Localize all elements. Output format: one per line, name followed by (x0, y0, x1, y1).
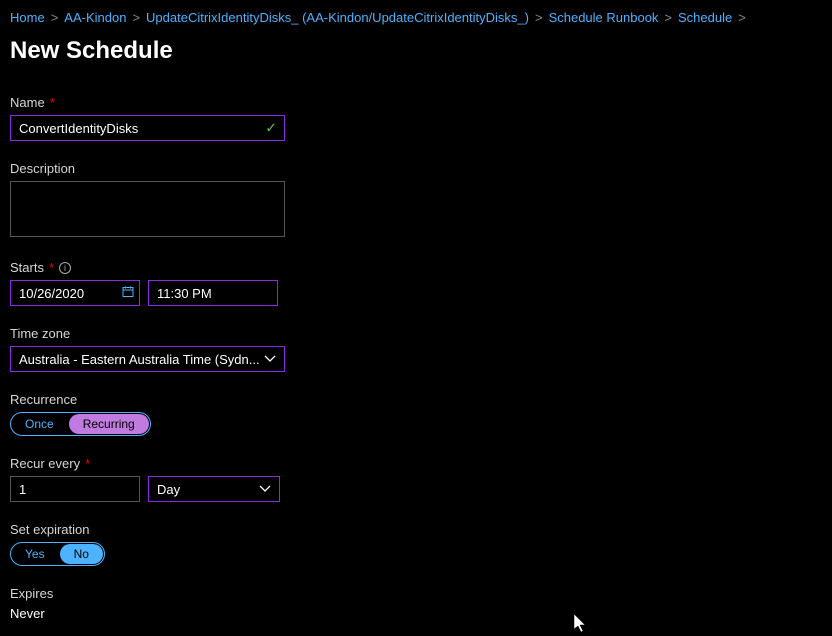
timezone-select[interactable]: Australia - Eastern Australia Time (Sydn… (10, 346, 285, 372)
breadcrumb-item[interactable]: UpdateCitrixIdentityDisks_ (AA-Kindon/Up… (146, 10, 529, 25)
required-indicator: * (50, 95, 55, 110)
breadcrumb-home[interactable]: Home (10, 10, 45, 25)
expiration-label: Set expiration (10, 522, 90, 537)
expires-group: Expires Never (10, 586, 822, 621)
starts-date-input[interactable] (10, 280, 140, 306)
timezone-value: Australia - Eastern Australia Time (Sydn… (19, 352, 260, 367)
timezone-label: Time zone (10, 326, 70, 341)
chevron-right-icon: > (664, 10, 672, 25)
required-indicator: * (49, 260, 54, 275)
breadcrumb-item[interactable]: Schedule Runbook (549, 10, 659, 25)
recurrence-group: Recurrence Once Recurring (10, 392, 822, 436)
chevron-right-icon: > (51, 10, 59, 25)
recurrence-option-once[interactable]: Once (11, 413, 68, 435)
description-group: Description (10, 161, 822, 240)
name-input[interactable] (10, 115, 285, 141)
name-label: Name (10, 95, 45, 110)
recur-every-input[interactable] (10, 476, 140, 502)
chevron-right-icon: > (132, 10, 140, 25)
recur-every-group: Recur every * Day (10, 456, 822, 502)
expiration-toggle: Yes No (10, 542, 105, 566)
chevron-right-icon: > (535, 10, 543, 25)
breadcrumb-item[interactable]: Schedule (678, 10, 732, 25)
expiration-option-yes[interactable]: Yes (11, 543, 59, 565)
timezone-group: Time zone Australia - Eastern Australia … (10, 326, 822, 372)
chevron-right-icon: > (738, 10, 746, 25)
name-group: Name * ✓ (10, 95, 822, 141)
starts-group: Starts * i (10, 260, 822, 306)
recur-every-label: Recur every (10, 456, 80, 471)
required-indicator: * (85, 456, 90, 471)
starts-label: Starts (10, 260, 44, 275)
expires-label: Expires (10, 586, 53, 601)
expires-value: Never (10, 606, 822, 621)
info-icon[interactable]: i (59, 262, 71, 274)
description-label: Description (10, 161, 75, 176)
page-title: New Schedule (10, 37, 822, 65)
breadcrumb: Home > AA-Kindon > UpdateCitrixIdentityD… (10, 10, 822, 25)
recur-every-unit-value: Day (157, 482, 180, 497)
recur-every-unit-select[interactable]: Day (148, 476, 280, 502)
recurrence-toggle: Once Recurring (10, 412, 151, 436)
expiration-option-no[interactable]: No (60, 544, 103, 564)
breadcrumb-item[interactable]: AA-Kindon (64, 10, 126, 25)
expiration-group: Set expiration Yes No (10, 522, 822, 566)
description-input[interactable] (10, 181, 285, 237)
chevron-down-icon (264, 355, 276, 363)
chevron-down-icon (259, 485, 271, 493)
starts-time-input[interactable] (148, 280, 278, 306)
recurrence-label: Recurrence (10, 392, 77, 407)
recurrence-option-recurring[interactable]: Recurring (69, 414, 149, 434)
